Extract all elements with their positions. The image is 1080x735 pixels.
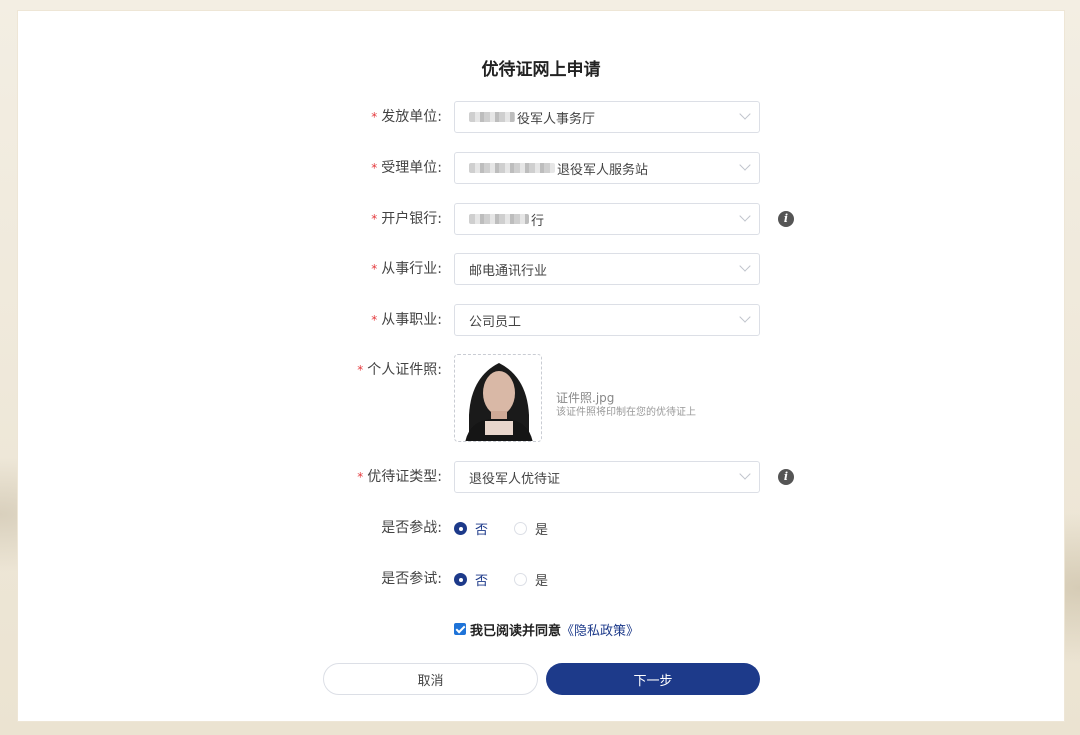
cancel-button[interactable]: 取消 [323,663,538,695]
bank-select[interactable]: 行 [454,203,760,235]
acceptor-row: * 受理单位: 退役军人服务站 [18,152,1064,184]
occupation-label: * 从事职业: [371,312,442,328]
issuer-select[interactable]: 役军人事务厅 [454,101,760,133]
issuer-value: 役军人事务厅 [517,111,596,127]
required-mark: * [357,363,364,377]
industry-label: * 从事行业: [371,261,442,277]
issuer-row: * 发放单位: 役军人事务厅 [18,101,1064,133]
required-mark: * [357,470,364,484]
occupation-value: 公司员工 [469,314,522,330]
combat-radio-group: 否 是 [454,512,574,544]
bank-label: * 开户银行: [371,211,442,227]
info-icon[interactable]: i [778,469,794,485]
chevron-down-icon [739,210,751,222]
privacy-policy-link[interactable]: 《隐私政策》 [561,620,639,639]
chevron-down-icon [739,159,751,171]
combat-label: 是否参战: [381,520,442,536]
required-mark: * [371,262,378,276]
industry-value: 邮电通讯行业 [469,263,548,279]
required-mark: * [371,161,378,175]
application-form-card: 优待证网上申请 * 发放单位: 役军人事务厅 * 受理单位: 退役军人服务站 * 开户… [17,10,1065,722]
test-radio-group: 否 是 [454,563,574,595]
photo-upload[interactable] [454,354,542,442]
acceptor-select[interactable]: 退役军人服务站 [454,152,760,184]
occupation-select[interactable]: 公司员工 [454,304,760,336]
agree-checkbox[interactable] [454,623,466,635]
required-mark: * [371,110,378,124]
required-mark: * [371,212,378,226]
privacy-agreement: 我已阅读并同意 《隐私政策》 [454,620,639,639]
required-mark: * [371,313,378,327]
acceptor-value: 退役军人服务站 [557,162,649,178]
bank-row: * 开户银行: 行 i [18,203,1064,235]
chevron-down-icon [739,108,751,120]
photo-label: * 个人证件照: [357,362,442,378]
photo-file-name: 证件照.jpg [556,391,615,405]
photo-row: * 个人证件照: 证件照.jpg 该证件照将印制在您的优待证上 [18,354,1064,442]
card-type-row: * 优待证类型: 退役军人优待证 i [18,461,1064,493]
chevron-down-icon [739,468,751,480]
card-type-select[interactable]: 退役军人优待证 [454,461,760,493]
info-icon[interactable]: i [778,211,794,227]
page-title: 优待证网上申请 [481,60,601,80]
industry-select[interactable]: 邮电通讯行业 [454,253,760,285]
photo-description: 该证件照将印制在您的优待证上 [556,407,696,418]
card-type-value: 退役军人优待证 [469,471,561,487]
issuer-label: * 发放单位: [371,109,442,125]
test-row: 是否参试: 否 是 [18,563,1064,595]
combat-radio-yes[interactable]: 是 [514,519,548,538]
bank-value: 行 [531,213,545,229]
radio-unchecked-icon [514,572,528,586]
redacted-text [469,163,555,173]
acceptor-label: * 受理单位: [371,160,442,176]
radio-unchecked-icon [514,521,528,535]
radio-checked-icon [454,572,467,586]
test-radio-no[interactable]: 否 [454,570,488,589]
combat-row: 是否参战: 否 是 [18,512,1064,544]
industry-row: * 从事行业: 邮电通讯行业 [18,253,1064,285]
test-radio-yes[interactable]: 是 [514,570,548,589]
next-step-button[interactable]: 下一步 [546,663,760,695]
occupation-row: * 从事职业: 公司员工 [18,304,1064,336]
agree-text: 我已阅读并同意 [470,623,562,639]
chevron-down-icon [739,311,751,323]
test-label: 是否参试: [381,571,442,587]
card-type-label: * 优待证类型: [357,469,442,485]
id-photo-thumbnail [455,355,541,441]
redacted-text [469,214,529,224]
chevron-down-icon [739,260,751,272]
photo-hint: 证件照.jpg 该证件照将印制在您的优待证上 [556,390,696,420]
combat-radio-no[interactable]: 否 [454,519,488,538]
radio-checked-icon [454,521,467,535]
redacted-text [469,112,515,122]
